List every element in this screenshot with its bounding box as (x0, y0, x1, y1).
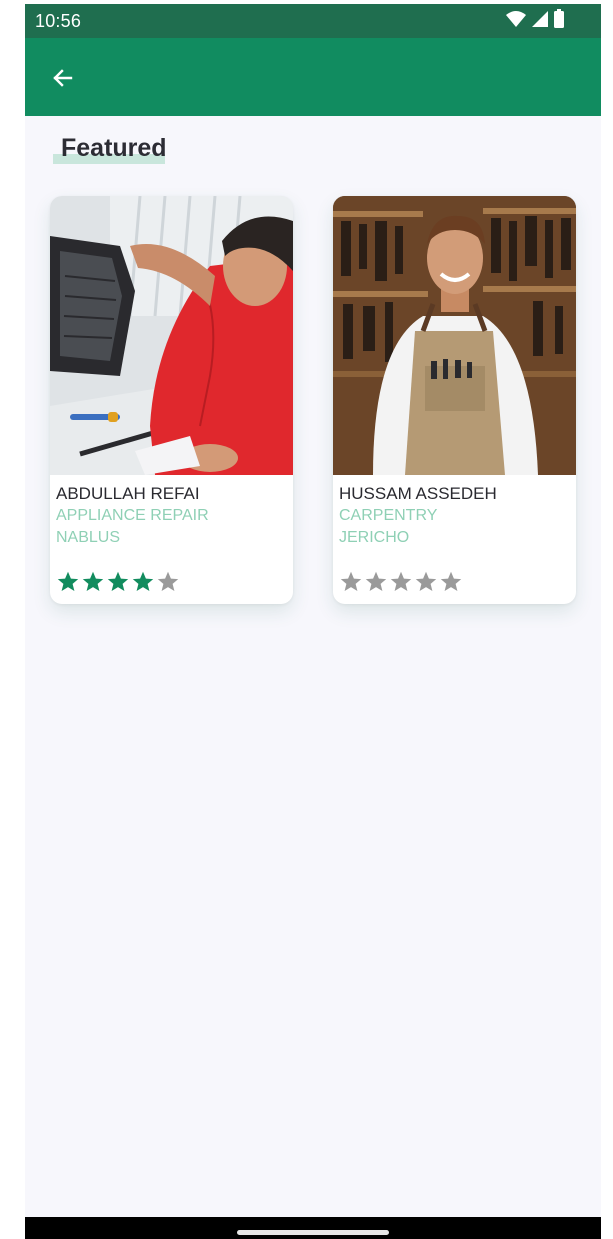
star-filled-icon (81, 570, 105, 599)
back-button[interactable] (43, 60, 83, 100)
star-filled-icon (56, 570, 80, 599)
rating-stars (339, 570, 463, 599)
worker-city: JERICHO (339, 529, 410, 546)
star-empty-icon (389, 570, 413, 599)
worker-card[interactable]: ABDULLAH REFAI APPLIANCE REPAIR NABLUS (50, 196, 293, 604)
star-empty-icon (439, 570, 463, 599)
status-time: 10:56 (35, 11, 82, 31)
worker-photo (50, 196, 293, 475)
star-empty-icon (339, 570, 363, 599)
rating-stars (56, 570, 180, 599)
system-navigation-bar (25, 1217, 601, 1239)
star-empty-icon (364, 570, 388, 599)
worker-name: ABDULLAH REFAI (56, 484, 200, 503)
worker-photo (333, 196, 576, 475)
cellular-signal-icon (531, 10, 549, 33)
battery-icon (553, 8, 565, 34)
worker-category: APPLIANCE REPAIR (56, 507, 209, 524)
wifi-icon (505, 10, 527, 33)
app-screen: 10:56 Featured ABDULLAH REFAI APPLIANCE … (25, 4, 601, 1239)
home-indicator[interactable] (237, 1230, 389, 1235)
worker-name: HUSSAM ASSEDEH (339, 484, 497, 503)
arrow-left-icon (51, 66, 75, 95)
star-empty-icon (156, 570, 180, 599)
worker-category: CARPENTRY (339, 507, 438, 524)
star-filled-icon (106, 570, 130, 599)
star-filled-icon (131, 570, 155, 599)
worker-city: NABLUS (56, 529, 121, 546)
app-bar (25, 38, 601, 116)
status-bar: 10:56 (25, 4, 601, 38)
status-icons (505, 8, 565, 33)
star-empty-icon (414, 570, 438, 599)
section-title: Featured (61, 134, 167, 162)
worker-card[interactable]: HUSSAM ASSEDEH CARPENTRY JERICHO (333, 196, 576, 604)
section-header: Featured (53, 132, 253, 168)
